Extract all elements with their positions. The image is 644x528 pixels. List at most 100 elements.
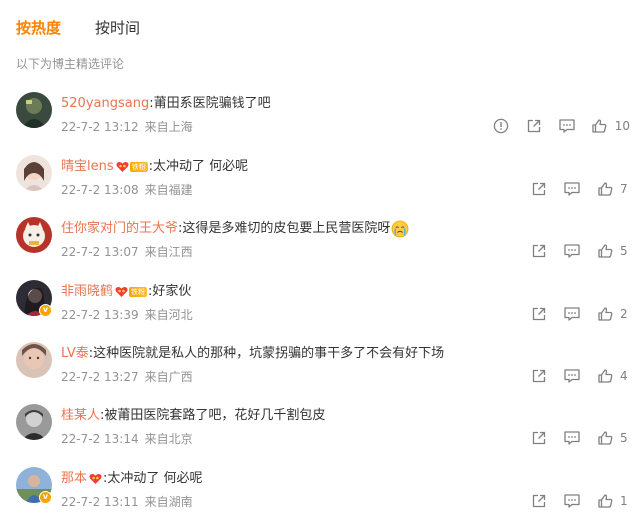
fan-heart-icon [116,161,129,173]
comment-username[interactable]: LV泰 [61,345,89,363]
comment-content: 桂某人:被莆田医院套路了吧，花好几千割包皮 [61,407,325,425]
sort-tabs: 按热度 按时间 [16,16,174,42]
like-icon[interactable] [595,304,615,324]
verified-badge-icon: v [39,491,52,504]
comment-date: 22-7-2 13:07 [61,245,139,259]
share-icon[interactable] [529,304,549,324]
share-icon[interactable] [529,366,549,386]
like-icon[interactable] [590,116,610,136]
share-icon[interactable] [529,179,549,199]
comment-username[interactable]: 桂某人 [61,407,100,425]
crying-face-emoji [391,220,409,238]
comment-location: 来自河北 [144,308,193,322]
comment-location: 来自上海 [144,120,193,134]
like-icon[interactable] [595,366,615,386]
comment-item: v 非雨晓鹤 铁粉:好家伙 22-7-2 13:39 来自河北 2 [0,280,644,342]
avatar[interactable] [16,155,52,191]
comment-text: :太冲动了 何必呢 [103,471,203,486]
comment-date: 22-7-2 13:14 [61,432,139,446]
comment-text: :这种医院就是私人的那种，坑蒙拐骗的事干多了不会有好下场 [88,346,445,361]
comment-content: 那本 :太冲动了 何必呢 [61,470,203,488]
comment-icon[interactable] [562,491,582,511]
comment-item: v 那本 :太冲动了 何必呢 22-7-2 13:11 来自湖南 1 [0,467,644,528]
like-count: 10 [614,119,630,133]
comment-meta: 22-7-2 13:11 来自湖南 [61,493,199,511]
featured-comments-note: 以下为博主精选评论 [16,57,125,71]
comment-meta: 22-7-2 13:14 来自北京 [61,430,199,448]
fan-badge-label: 铁粉 [129,162,148,172]
fan-badge[interactable]: 铁粉 [115,286,148,298]
comment-icon[interactable] [562,304,582,324]
like-icon[interactable] [595,179,615,199]
comment-item: 520yangsang:莆田系医院骗钱了吧 22-7-2 13:12 来自上海 10 [0,92,644,154]
comment-username[interactable]: 住你家对门的王大爷 [61,220,178,238]
comment-location: 来自广西 [144,370,193,384]
comment-icon[interactable] [562,241,582,261]
fan-heart-icon [115,286,128,298]
comment-location: 来自北京 [144,432,193,446]
tab-by-time[interactable]: 按时间 [95,16,140,42]
comment-icon[interactable] [557,116,577,136]
fan-heart-icon [89,473,102,485]
comment-actions: 5 [529,428,630,448]
comment-actions: 4 [529,366,630,386]
comment-actions: 10 [491,116,630,136]
comment-content: 520yangsang:莆田系医院骗钱了吧 [61,95,271,113]
comment-actions: 1 [529,491,630,511]
share-icon[interactable] [529,241,549,261]
fan-badge[interactable]: 铁粉 [116,161,148,173]
comment-meta: 22-7-2 13:08 来自福建 [61,181,199,199]
comment-text: :好家伙 [148,284,192,299]
comment-item: 桂某人:被莆田医院套路了吧，花好几千割包皮 22-7-2 13:14 来自北京 5 [0,404,644,466]
like-count: 4 [620,369,628,383]
comment-text: :这得是多难切的皮包要上民营医院呀 [178,221,391,236]
comment-content: 非雨晓鹤 铁粉:好家伙 [61,283,191,301]
comment-location: 来自福建 [144,183,193,197]
comment-meta: 22-7-2 13:07 来自江西 [61,243,199,261]
like-count: 1 [620,494,628,508]
like-count: 5 [620,431,628,445]
comment-actions: 2 [529,304,630,324]
comment-location: 来自江西 [144,245,193,259]
avatar[interactable] [16,92,52,128]
comment-meta: 22-7-2 13:39 来自河北 [61,306,199,324]
share-icon[interactable] [529,428,549,448]
share-icon[interactable] [524,116,544,136]
like-icon[interactable] [595,428,615,448]
like-count: 5 [620,244,628,258]
like-icon[interactable] [595,241,615,261]
comment-meta: 22-7-2 13:27 来自广西 [61,368,199,386]
comment-item: 晴宝lens 铁粉:太冲动了 何必呢 22-7-2 13:08 来自福建 7 [0,155,644,217]
comment-username[interactable]: 那本 [61,470,87,488]
comment-username[interactable]: 520yangsang [61,95,149,113]
comment-icon[interactable] [562,428,582,448]
comment-icon[interactable] [562,179,582,199]
comment-username[interactable]: 非雨晓鹤 [61,283,113,301]
comment-icon[interactable] [562,366,582,386]
comment-date: 22-7-2 13:27 [61,370,139,384]
share-icon[interactable] [529,491,549,511]
comment-text: :太冲动了 何必呢 [148,159,249,174]
tab-by-hot[interactable]: 按热度 [16,16,61,42]
like-count: 7 [620,182,628,196]
avatar[interactable] [16,217,52,253]
comment-item: 住你家对门的王大爷:这得是多难切的皮包要上民营医院呀 22-7-2 13:07 来自… [0,217,644,279]
comment-content: 住你家对门的王大爷:这得是多难切的皮包要上民营医院呀 [61,220,409,238]
comment-username[interactable]: 晴宝lens [61,158,114,176]
avatar[interactable] [16,404,52,440]
fan-badge-label: 铁粉 [129,287,148,297]
comment-content: 晴宝lens 铁粉:太冲动了 何必呢 [61,158,248,176]
comment-text: :被莆田医院套路了吧，花好几千割包皮 [100,408,326,423]
comment-date: 22-7-2 13:39 [61,308,139,322]
report-icon[interactable] [491,116,511,136]
comment-date: 22-7-2 13:11 [61,495,139,509]
comment-item: LV泰:这种医院就是私人的那种，坑蒙拐骗的事干多了不会有好下场 22-7-2 13… [0,342,644,404]
comment-actions: 5 [529,241,630,261]
like-icon[interactable] [595,491,615,511]
comment-date: 22-7-2 13:12 [61,120,139,134]
comment-content: LV泰:这种医院就是私人的那种，坑蒙拐骗的事干多了不会有好下场 [61,345,444,363]
avatar[interactable] [16,342,52,378]
comment-meta: 22-7-2 13:12 来自上海 [61,118,199,136]
fan-badge[interactable] [89,473,102,485]
like-count: 2 [620,307,628,321]
